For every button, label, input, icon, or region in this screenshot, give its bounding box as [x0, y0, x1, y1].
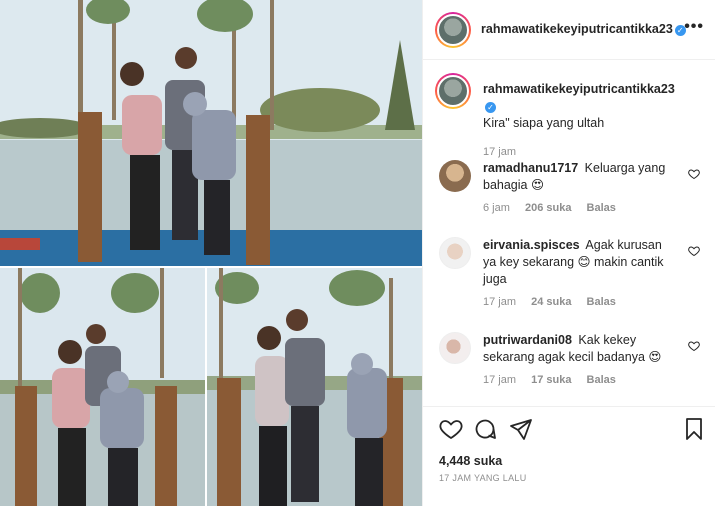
post-side-panel: rahmawatikekeyiputricantikka23 ✓ ••• rahm…: [422, 0, 715, 506]
post-media[interactable]: [0, 0, 422, 506]
lake-photo: [0, 268, 205, 506]
comment-username[interactable]: ramadhanu1717: [483, 161, 578, 175]
comment-time[interactable]: 17 jam: [483, 374, 516, 386]
photo-bottom-left: [0, 268, 205, 506]
commenter-avatar[interactable]: [439, 237, 471, 269]
comment-time[interactable]: 6 jam: [483, 202, 510, 214]
likes-count[interactable]: 4,448 suka: [439, 454, 502, 468]
verified-icon: ✓: [485, 102, 496, 113]
author-username-text[interactable]: rahmawatikekeyiputricantikka23: [481, 22, 673, 36]
lake-photo: [0, 0, 422, 266]
author-avatar[interactable]: [435, 12, 471, 48]
comment-likes[interactable]: 17 suka: [531, 374, 571, 386]
commenter-avatar[interactable]: [439, 332, 471, 364]
comment-username[interactable]: putriwardani08: [483, 333, 572, 347]
like-comment-heart-icon[interactable]: [688, 168, 700, 180]
reply-button[interactable]: Balas: [587, 202, 616, 214]
photo-bottom-right: [207, 268, 422, 506]
like-comment-heart-icon[interactable]: [688, 340, 700, 352]
more-options-icon[interactable]: •••: [684, 18, 704, 36]
caption-username[interactable]: rahmawatikekeyiputricantikka23: [483, 82, 675, 96]
caption-text: Kira" siapa yang ultah: [483, 116, 605, 130]
lake-photo: [207, 268, 422, 506]
comment-icon[interactable]: [473, 417, 497, 441]
comment-username[interactable]: eirvania.spisces: [483, 238, 580, 252]
reply-button[interactable]: Balas: [587, 296, 616, 308]
bookmark-icon[interactable]: [682, 417, 706, 441]
photo-top: [0, 0, 422, 266]
heart-icon[interactable]: [439, 417, 463, 441]
like-comment-heart-icon[interactable]: [688, 245, 700, 257]
share-icon[interactable]: [509, 417, 533, 441]
author-username[interactable]: rahmawatikekeyiputricantikka23 ✓: [481, 22, 686, 36]
caption-time[interactable]: 17 jam: [483, 146, 516, 158]
comment-likes[interactable]: 24 suka: [531, 296, 571, 308]
comment-likes[interactable]: 206 suka: [525, 202, 571, 214]
commenter-avatar[interactable]: [439, 160, 471, 192]
post-timestamp[interactable]: 17 JAM YANG LALU: [439, 473, 527, 483]
post-header: rahmawatikekeyiputricantikka23 ✓ •••: [423, 0, 715, 60]
comments-section: rahmawatikekeyiputricantikka23 ✓ Kira" si…: [423, 61, 715, 406]
comment-time[interactable]: 17 jam: [483, 296, 516, 308]
post-actions: 4,448 suka 17 JAM YANG LALU: [423, 406, 715, 496]
caption-avatar[interactable]: [435, 73, 471, 109]
reply-button[interactable]: Balas: [587, 374, 616, 386]
